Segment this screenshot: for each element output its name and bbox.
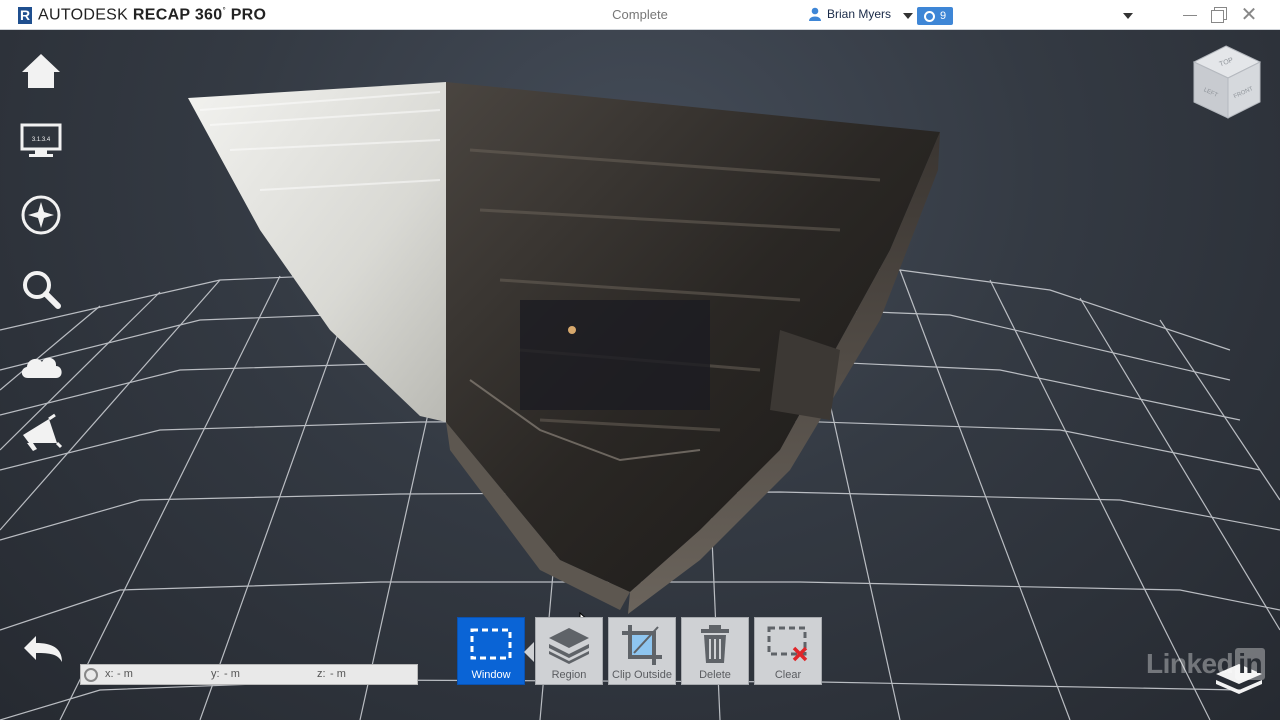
search-button[interactable] [18, 266, 64, 312]
app-product: RECAP 360 [132, 6, 223, 24]
cloud-button[interactable] [18, 342, 64, 388]
trash-icon [701, 625, 729, 663]
clip-outside-button[interactable]: Clip Outside [608, 617, 676, 685]
magnifier-icon [23, 271, 61, 309]
window-selection-icon [470, 628, 512, 660]
svg-text:3.1.3.4: 3.1.3.4 [32, 137, 51, 143]
clear-selection-icon [767, 626, 808, 662]
app-edition: PRO [230, 6, 267, 24]
linkedin-watermark: Linked in [1146, 648, 1266, 680]
view-cube-icon: TOP LEFT FRONT [1192, 45, 1262, 119]
delete-button[interactable]: Delete [681, 617, 749, 685]
x-value: - m [117, 668, 133, 680]
monitor-icon: 3.1.3.4 [20, 123, 62, 157]
user-icon [809, 7, 821, 21]
clip-outside-label: Clip Outside [612, 669, 672, 681]
home-icon [22, 54, 60, 88]
delete-label: Delete [699, 669, 731, 681]
user-dropdown-icon[interactable] [903, 13, 913, 19]
window-select-button[interactable]: Window [457, 617, 525, 685]
compass-icon [21, 195, 61, 235]
z-label: z: [317, 668, 326, 680]
region-button[interactable]: Region [535, 617, 603, 685]
coordinate-readout: x: - m y: - m z: - m [80, 664, 418, 685]
layers-icon [549, 628, 589, 664]
region-label: Region [551, 669, 587, 681]
clear-label: Clear [774, 669, 802, 681]
back-arrow-icon [24, 636, 62, 662]
point-cloud-white-section [188, 82, 446, 422]
minimize-button[interactable] [1180, 5, 1200, 25]
title-bar: R AUTODESK RECAP 360° PRO Complete Brian… [0, 0, 1280, 30]
view-cube[interactable]: TOP LEFT FRONT [1192, 44, 1262, 120]
help-dropdown-icon[interactable] [1123, 13, 1133, 19]
notification-count: 9 [939, 10, 947, 22]
x-label: x: [105, 668, 114, 680]
crop-icon [622, 625, 662, 665]
user-menu[interactable]: Brian Myers [808, 7, 891, 21]
app-brand: AUTODESK [38, 6, 129, 24]
point-cloud-colored-section [446, 82, 940, 614]
maximize-button[interactable] [1209, 5, 1229, 25]
clock-icon [923, 10, 935, 22]
notifications-badge[interactable]: 9 [917, 7, 953, 25]
user-name: Brian Myers [827, 7, 892, 21]
y-value: - m [224, 668, 240, 680]
navigation-button[interactable] [18, 192, 64, 238]
window-label: Window [471, 669, 511, 681]
status-text: Complete [612, 7, 668, 22]
app-logo: R AUTODESK RECAP 360° PRO [18, 6, 266, 24]
cloud-icon [21, 357, 62, 378]
home-button[interactable] [18, 48, 64, 94]
close-button[interactable]: ✕ [1239, 5, 1259, 25]
clear-button[interactable]: Clear [754, 617, 822, 685]
announce-button[interactable] [18, 410, 64, 456]
autodesk-logo-icon: R [18, 6, 32, 24]
active-tool-caret [524, 642, 534, 662]
z-value: - m [330, 668, 346, 680]
app-title: AUTODESK RECAP 360° PRO [38, 5, 267, 24]
y-label: y: [211, 668, 220, 680]
display-button[interactable]: 3.1.3.4 [18, 118, 64, 164]
megaphone-icon [23, 413, 63, 451]
back-button[interactable] [18, 630, 66, 666]
settings-gear-icon[interactable] [84, 667, 98, 682]
